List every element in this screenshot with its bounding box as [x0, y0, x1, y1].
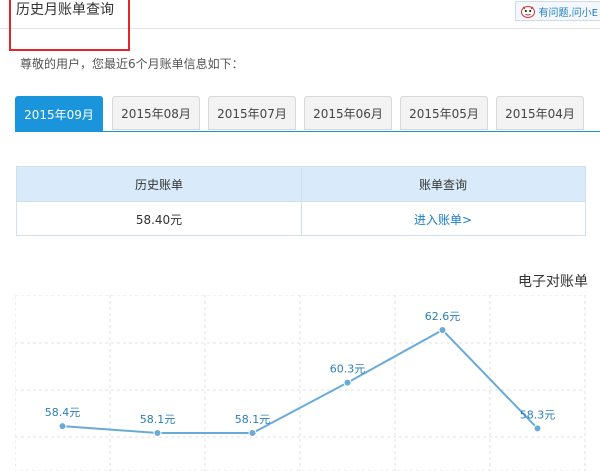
chart-point [438, 326, 447, 334]
bill-trend-chart-svg: 58.4元 58.1元 58.1元 60.3元 62.6元 58.3元 [15, 295, 586, 471]
chart-point [343, 378, 352, 387]
bill-query-header: 账单查询 [418, 177, 467, 192]
chart-data-label: 58.4元 [45, 406, 81, 419]
assistant-mascot-icon [520, 4, 536, 18]
chart-point [153, 429, 162, 437]
tab-2015-08[interactable]: 2015年08月 [112, 96, 200, 130]
chart-data-label: 58.1元 [140, 413, 176, 426]
bill-trend-chart: 58.4元 58.1元 58.1元 60.3元 62.6元 58.3元 [15, 295, 600, 471]
chart-data-label: 62.6元 [425, 310, 461, 323]
chart-point [248, 429, 257, 437]
chart-point [533, 424, 542, 433]
title-highlight-box [9, 0, 130, 51]
chart-point [58, 422, 67, 431]
tab-2015-06[interactable]: 2015年06月 [304, 96, 392, 130]
history-bill-header: 历史账单 [134, 177, 183, 192]
chart-data-label: 60.3元 [330, 363, 366, 376]
tab-2015-04[interactable]: 2015年04月 [496, 96, 584, 130]
help-button[interactable]: 有问题,问小E [514, 1, 600, 21]
bill-amount: 58.40元 [135, 212, 183, 227]
bill-summary-table: 历史账单 账单查询 58.40元 进入账单> [16, 166, 586, 236]
chart-data-label: 58.1元 [235, 413, 271, 426]
intro-text: 尊敬的用户，您最近6个月账单信息如下： [20, 57, 244, 71]
tab-2015-05[interactable]: 2015年05月 [400, 96, 488, 130]
tab-2015-09[interactable]: 2015年09月 [15, 96, 103, 132]
help-label: 有问题,问小E [538, 7, 599, 19]
summary-divider [301, 167, 302, 235]
month-tabs: 2015年09月 2015年08月 2015年07月 2015年06月 2015… [15, 96, 600, 132]
tab-2015-07[interactable]: 2015年07月 [208, 96, 296, 130]
ebill-title[interactable]: 电子对账单 [518, 271, 588, 291]
chart-data-label: 58.3元 [520, 408, 556, 421]
tabs-underline [15, 131, 600, 132]
enter-bill-link[interactable]: 进入账单> [301, 202, 585, 236]
